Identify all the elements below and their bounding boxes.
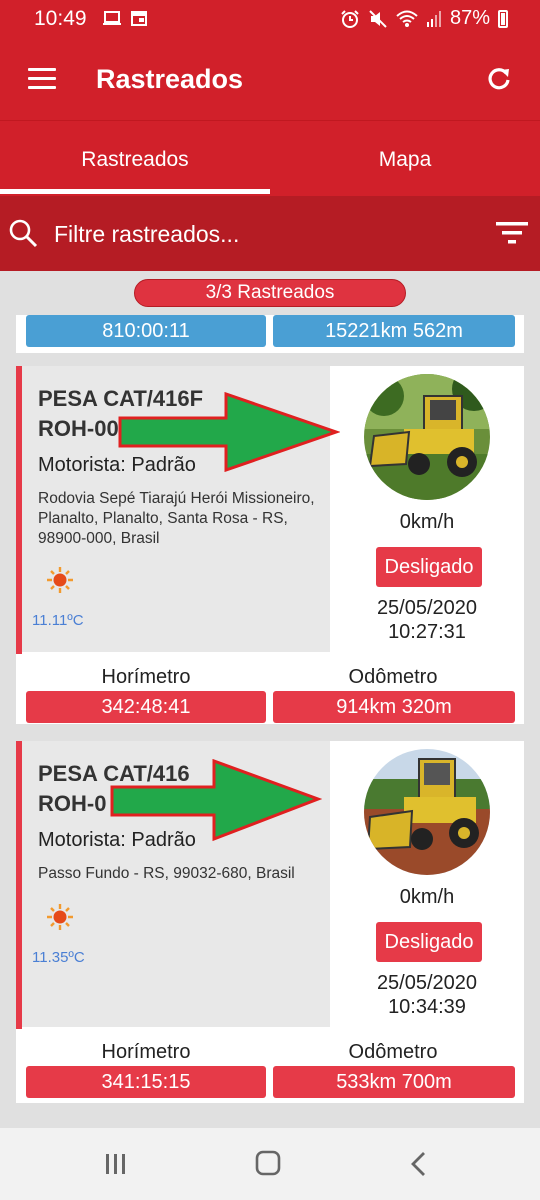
tab-mapa[interactable]: Mapa: [270, 121, 540, 197]
recent-apps-icon[interactable]: [96, 1150, 136, 1178]
hourmeter-label: Horímetro: [101, 666, 191, 688]
temperature-label: 11.11ºC: [32, 612, 84, 629]
odometer-value: 533km 700m: [273, 1066, 515, 1098]
list-item[interactable]: 810:00:11 15221km 562m: [16, 315, 524, 353]
tab-bar: Rastreados Mapa: [0, 120, 540, 196]
odometer-value: 914km 320m: [273, 691, 515, 723]
odometer-label: Odômetro: [348, 666, 438, 688]
active-tab-indicator: [0, 189, 270, 194]
app-bar: Rastreados: [0, 38, 540, 120]
back-icon[interactable]: [400, 1150, 440, 1178]
tracked-list[interactable]: 3/3 Rastreados 810:00:11 15221km 562m PE…: [0, 271, 540, 1128]
sun-icon: [47, 567, 73, 593]
signal-icon: [426, 10, 441, 27]
search-input[interactable]: [54, 214, 474, 254]
home-icon[interactable]: [248, 1150, 288, 1178]
speed-label: 0km/h: [399, 886, 455, 908]
hourmeter-value: 342:48:41: [26, 691, 266, 723]
search-icon: [9, 219, 38, 248]
list-item[interactable]: PESA CAT/416F ROH-00 Motorista: Padrão Ro…: [16, 366, 524, 724]
last-update-datetime: 25/05/2020 10:27:31: [376, 597, 478, 643]
address-text: Passo Fundo - RS, 99032-680, Brasil: [38, 865, 295, 882]
status-time: 10:49: [34, 7, 87, 30]
vehicle-info-panel: PESA CAT/416F ROH-00 Motorista: Padrão Ro…: [22, 366, 330, 652]
hourmeter-label: Horímetro: [101, 1041, 191, 1063]
driver-label: Motorista: Padrão: [38, 454, 196, 476]
status-button[interactable]: Desligado: [376, 547, 482, 587]
search-bar: [0, 196, 540, 271]
list-item[interactable]: PESA CAT/416 ROH-0 Motorista: Padrão Pass…: [16, 741, 524, 1103]
odometer-value: 15221km 562m: [273, 315, 515, 347]
calendar-icon: [131, 11, 147, 26]
address-text: Rodovia Sepé Tiarajú Herói Missioneiro, …: [38, 490, 315, 547]
vehicle-photo[interactable]: [364, 749, 490, 875]
status-bar: 10:49 87%: [0, 0, 540, 38]
speed-label: 0km/h: [399, 511, 455, 533]
vehicle-photo[interactable]: [364, 374, 490, 500]
filter-icon[interactable]: [496, 221, 528, 245]
last-update-datetime: 25/05/2020 10:34:39: [376, 972, 478, 1018]
status-button[interactable]: Desligado: [376, 922, 482, 962]
refresh-icon[interactable]: [484, 64, 514, 94]
battery-icon: [498, 9, 508, 28]
driver-label: Motorista: Padrão: [38, 829, 196, 851]
odometer-label: Odômetro: [348, 1041, 438, 1063]
temperature-label: 11.35ºC: [32, 949, 85, 966]
sun-icon: [47, 904, 73, 930]
mute-icon: [369, 9, 387, 28]
tracked-count-badge: 3/3 Rastreados: [134, 279, 406, 307]
laptop-icon: [103, 11, 121, 25]
battery-percent: 87%: [449, 7, 490, 29]
vehicle-name: PESA CAT/416F ROH-00: [38, 386, 204, 441]
vehicle-info-panel: PESA CAT/416 ROH-0 Motorista: Padrão Pass…: [22, 741, 330, 1027]
hamburger-menu-icon[interactable]: [28, 68, 56, 90]
tab-rastreados[interactable]: Rastreados: [0, 121, 270, 197]
vehicle-name: PESA CAT/416 ROH-0: [38, 761, 190, 816]
wifi-icon: [396, 10, 418, 27]
hourmeter-value: 341:15:15: [26, 1066, 266, 1098]
system-nav-bar: [0, 1128, 540, 1200]
hourmeter-value: 810:00:11: [26, 315, 266, 347]
alarm-icon: [341, 9, 359, 28]
page-title: Rastreados: [96, 64, 244, 94]
